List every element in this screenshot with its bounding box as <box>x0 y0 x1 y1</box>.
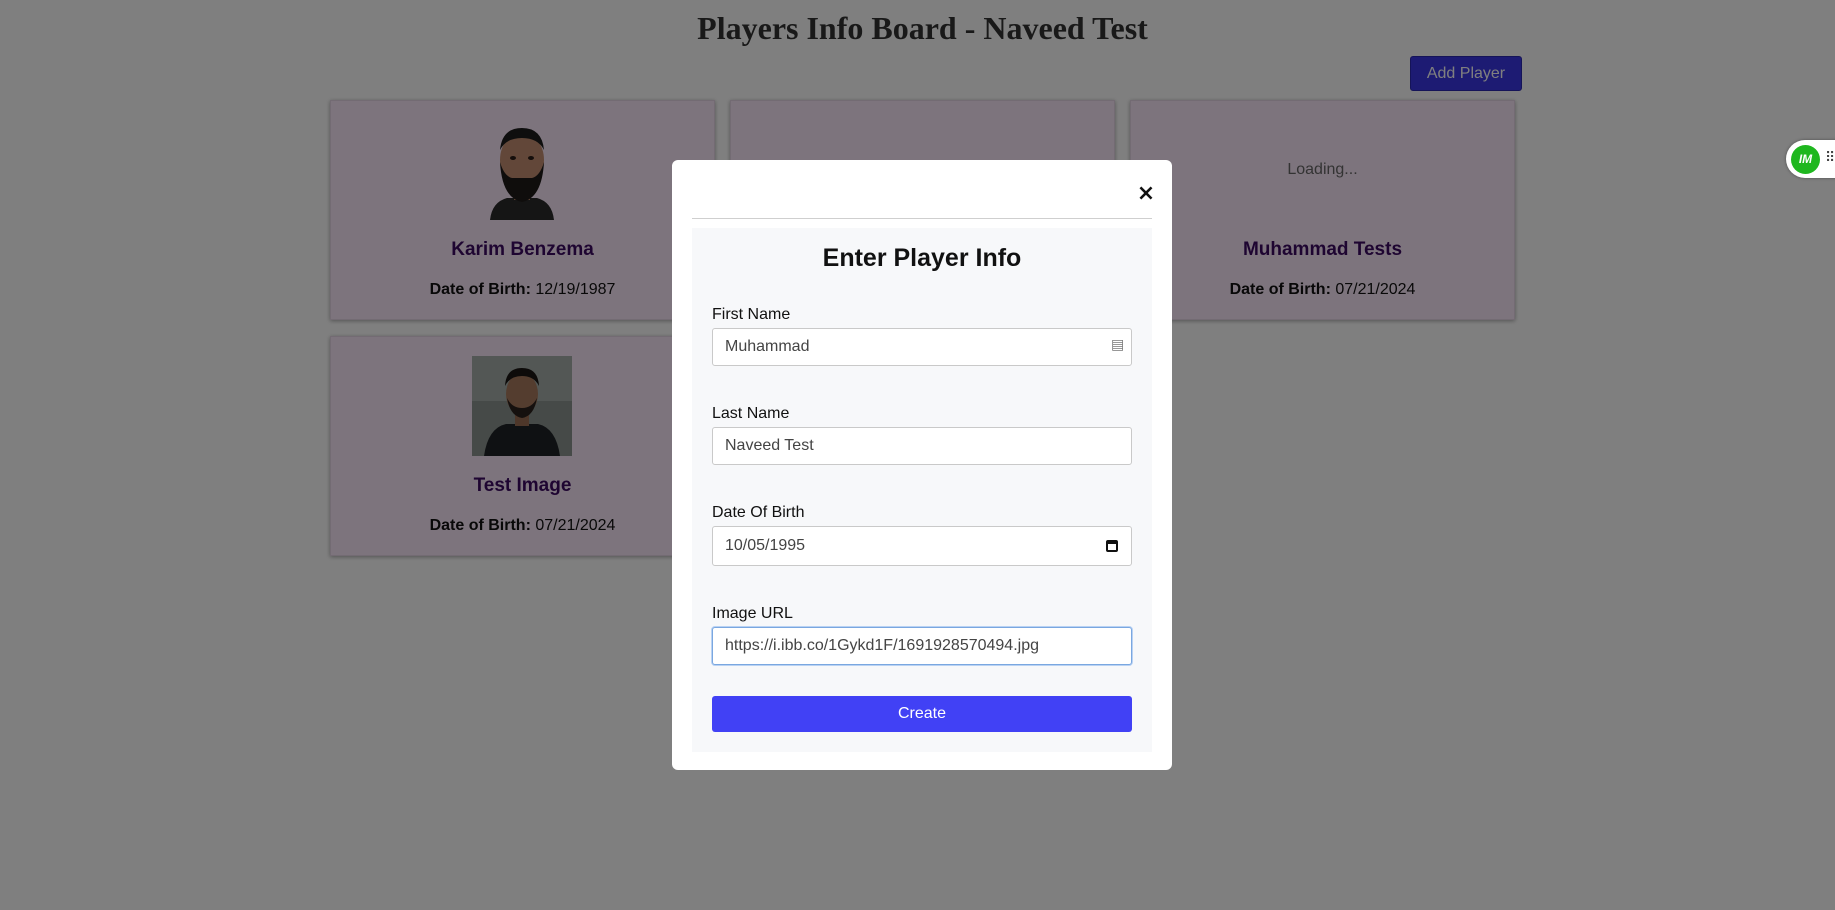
create-button[interactable]: Create <box>712 696 1132 732</box>
close-modal-button[interactable]: × <box>1136 180 1156 206</box>
player-form: Enter Player Info First Name ▤ Last Name… <box>692 228 1152 752</box>
page: Players Info Board - Naveed Test Add Pla… <box>0 0 1835 910</box>
first-name-label: First Name <box>712 306 791 323</box>
last-name-label: Last Name <box>712 405 790 422</box>
extension-logo-icon[interactable]: IM <box>1791 145 1820 174</box>
dob-input[interactable] <box>712 526 1132 566</box>
form-title: Enter Player Info <box>822 244 1022 272</box>
player-info-modal: × Enter Player Info First Name ▤ Last Na… <box>672 160 1172 770</box>
modal-divider <box>692 218 1152 219</box>
drag-handle-icon[interactable]: ⠿ <box>1825 150 1835 166</box>
calendar-icon[interactable] <box>1106 540 1118 552</box>
extension-badge[interactable]: IM ⠿ <box>1786 140 1835 178</box>
last-name-input[interactable] <box>712 427 1132 465</box>
image-url-input[interactable] <box>712 627 1132 665</box>
image-url-label: Image URL <box>712 605 793 622</box>
dob-field-label: Date Of Birth <box>712 504 805 521</box>
first-name-input[interactable] <box>712 328 1132 366</box>
autofill-contact-icon[interactable]: ▤ <box>1111 337 1124 353</box>
